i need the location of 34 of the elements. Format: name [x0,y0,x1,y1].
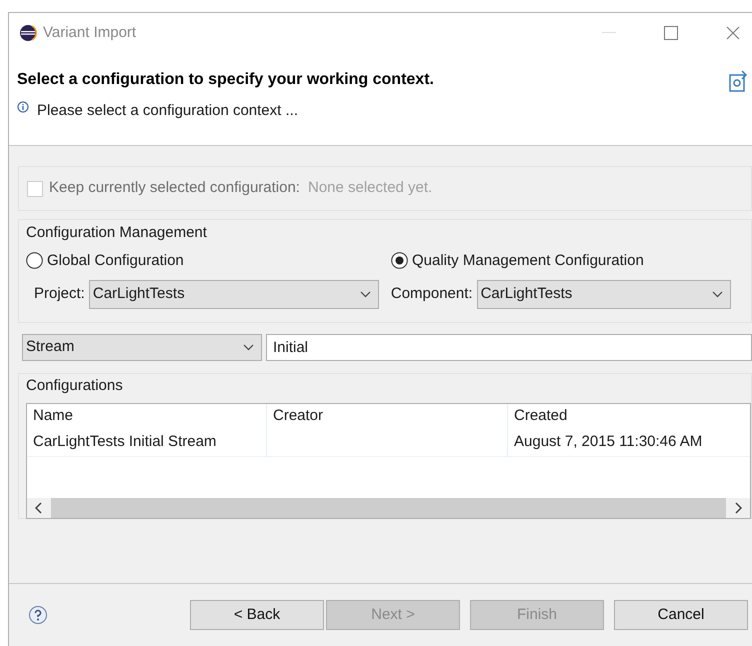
help-icon[interactable] [28,605,48,625]
wizard-button[interactable]: Cancel [614,600,748,630]
radio-button[interactable] [26,252,43,270]
radio-label: Global Configuration [47,250,184,270]
window-title: Variant Import [43,22,136,43]
component-dropdown[interactable]: CarLightTests [476,280,731,309]
caret-icon [712,291,723,298]
type-dropdown[interactable]: Stream [22,334,262,361]
column-header[interactable]: Creator [267,404,508,428]
info-message: Please select a configuration context ... [37,101,298,121]
info-icon [17,101,29,113]
close-icon[interactable] [726,26,740,40]
radio-label: Quality Management Configuration [412,250,644,270]
app-icon [19,24,37,42]
maximize-icon[interactable] [664,26,678,40]
group-title: Configurations [26,376,124,396]
column-header[interactable]: Name [27,404,267,428]
radio-button[interactable] [391,252,408,270]
scroll-left-icon[interactable] [35,502,43,514]
filter-field[interactable]: Initial [266,334,752,361]
component-label: Component: [390,284,473,304]
table-cell-text: CarLightTests Initial Stream [33,432,216,452]
caret-icon [243,344,254,351]
checkbox-label: Keep currently selected configuration: [49,178,300,198]
caret-icon [360,291,371,298]
wizard-button[interactable]: < Back [190,600,324,630]
selection-status: None selected yet. [308,178,432,198]
group-title: Configuration Management [26,223,208,243]
scroll-right-icon[interactable] [734,502,742,514]
table-cell-text: August 7, 2015 11:30:46 AM [514,432,702,452]
project-label: Project: [34,284,85,304]
column-header[interactable]: Created [508,404,750,428]
page-title: Select a configuration to specify your working context. [17,70,435,90]
project-dropdown[interactable]: CarLightTests [88,280,379,309]
